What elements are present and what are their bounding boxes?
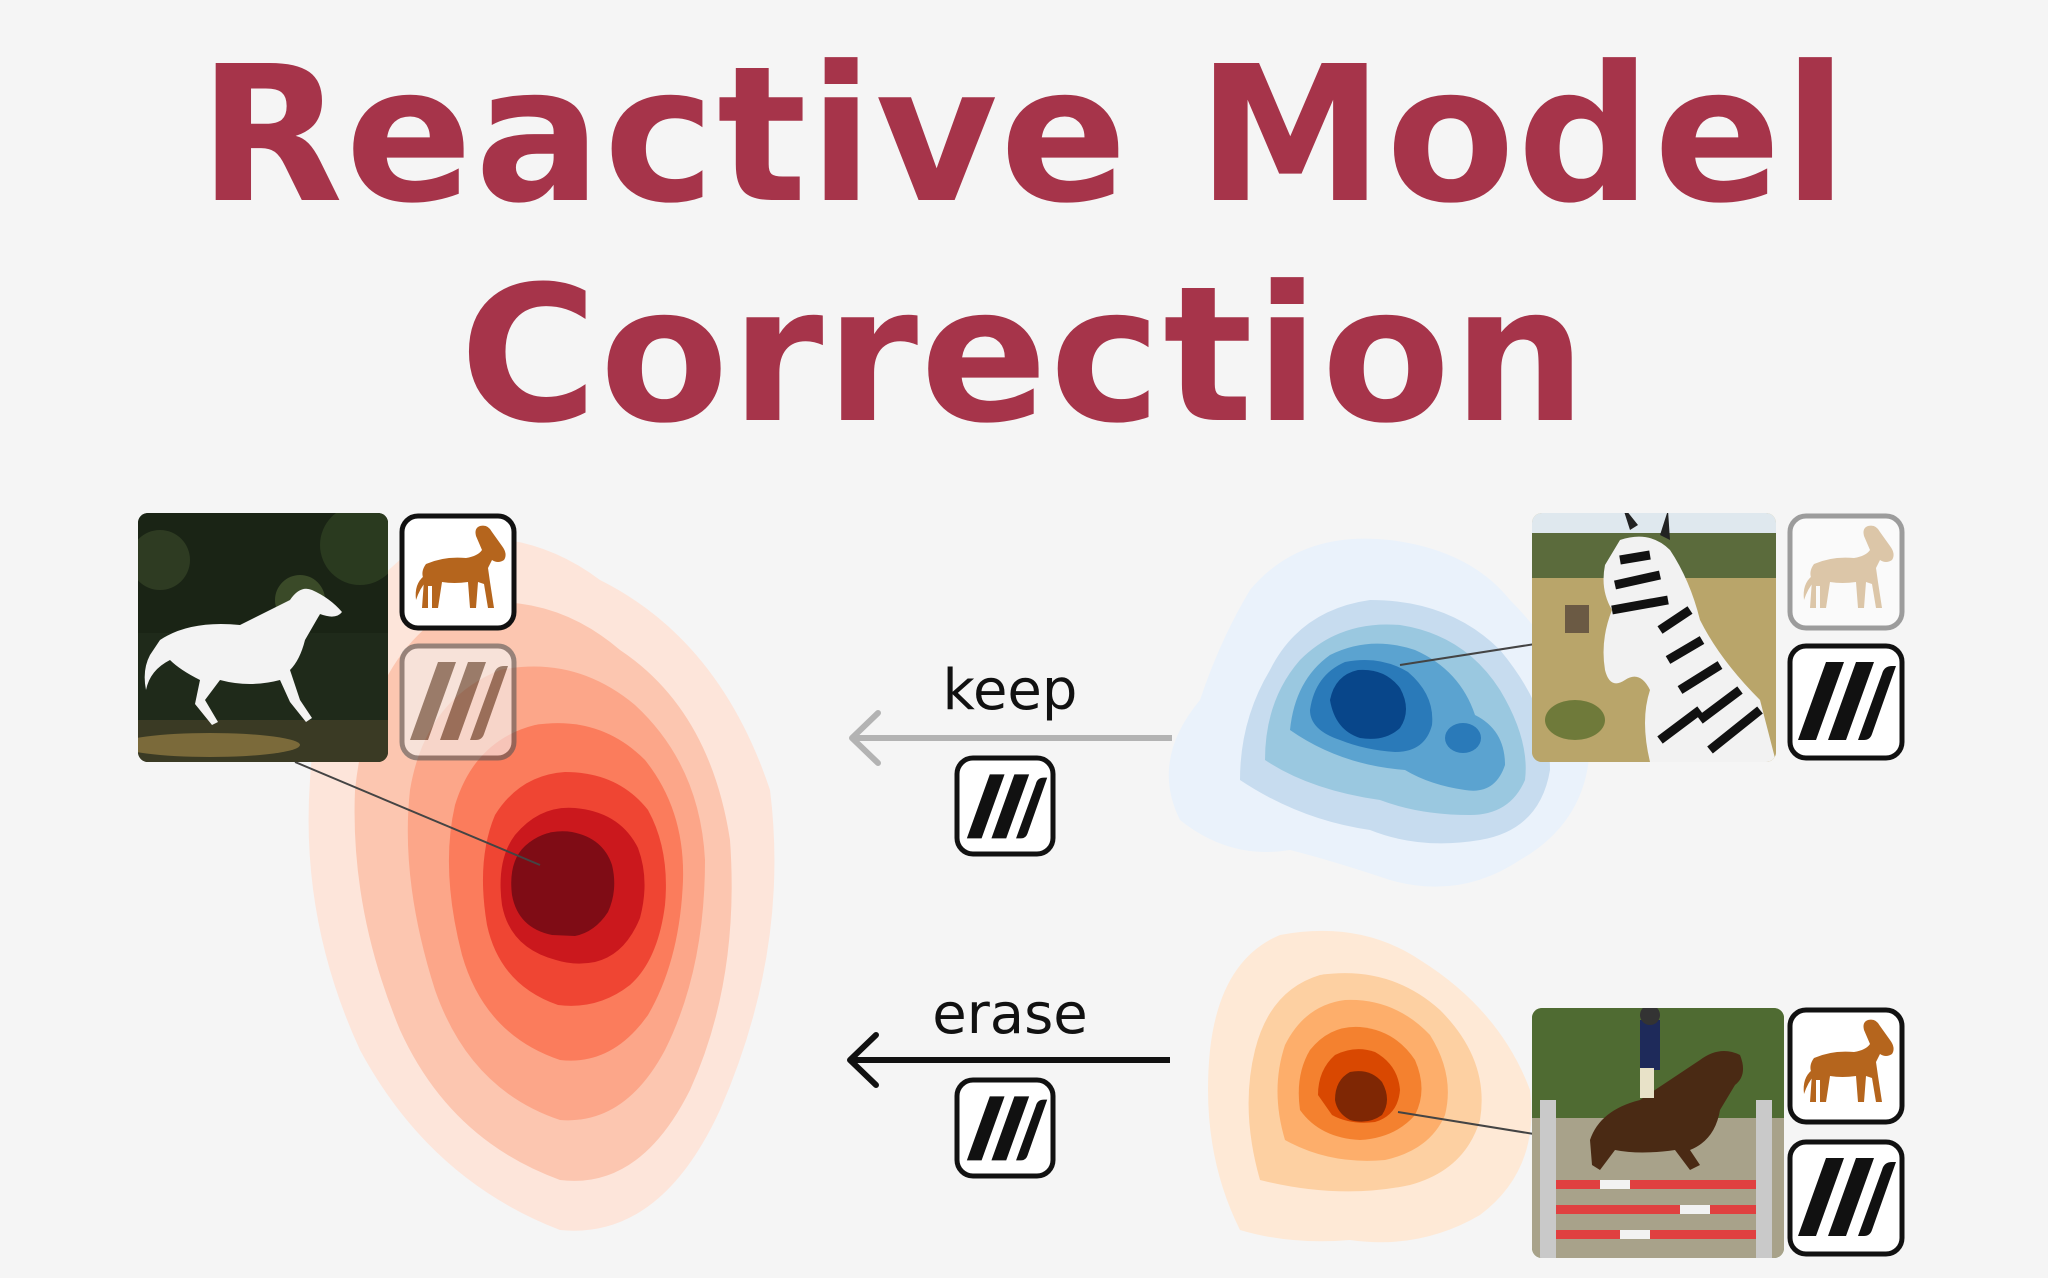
zebra-photo	[1532, 513, 1776, 762]
stripes-icon	[399, 643, 517, 761]
white-horse-photo	[138, 513, 388, 762]
stripes-icon	[1787, 1139, 1905, 1257]
stripes-icon	[954, 755, 1056, 857]
horse-icon	[1787, 1007, 1905, 1125]
stripes-icon	[1787, 643, 1905, 761]
blue-density-plot	[1168, 538, 1590, 887]
show-jumping-photo	[1532, 1008, 1784, 1258]
keep-label: keep	[942, 658, 1078, 723]
horse-icon	[1787, 513, 1905, 631]
stripes-icon	[954, 1077, 1056, 1179]
diagram-canvas	[138, 513, 1905, 1258]
horse-icon	[399, 513, 517, 631]
orange-density-plot	[1208, 930, 1532, 1243]
erase-label: erase	[932, 982, 1088, 1047]
